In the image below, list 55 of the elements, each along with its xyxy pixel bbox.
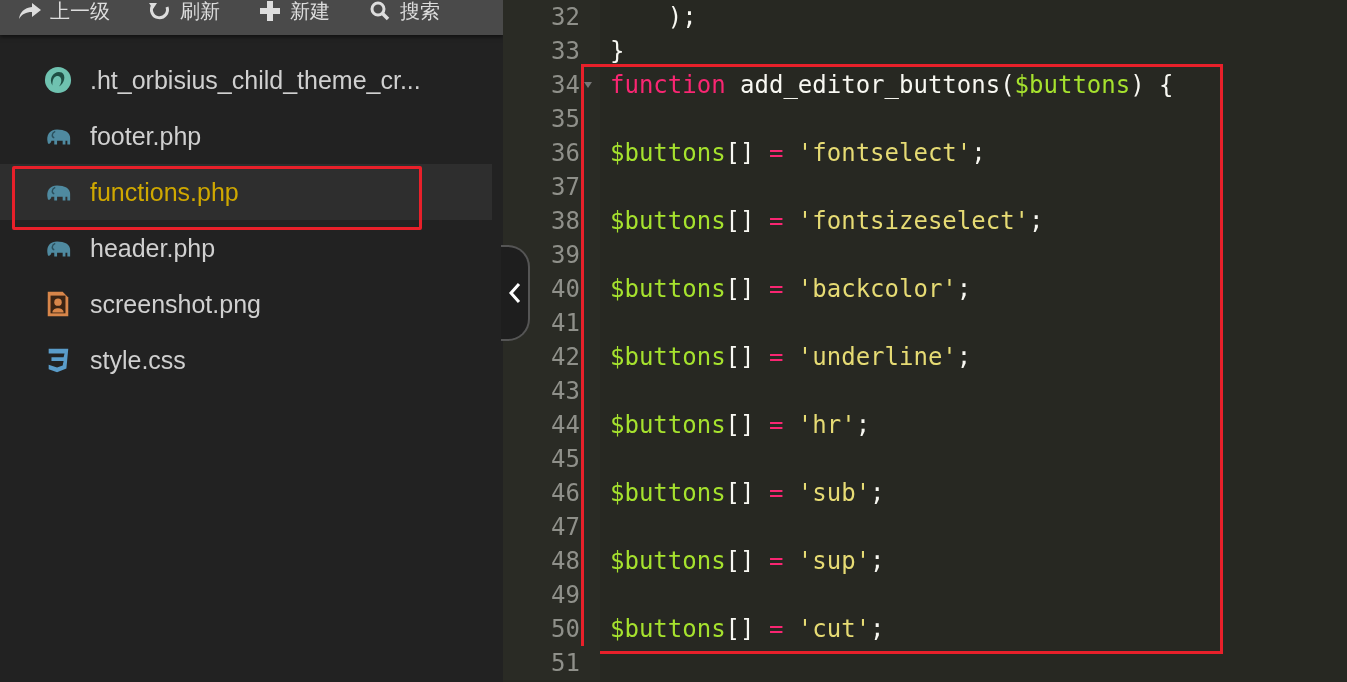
line-number: 49: [551, 581, 580, 609]
file-name: functions.php: [90, 177, 239, 207]
code-line: $buttons[] = 'sub';: [610, 479, 885, 507]
line-number: 46: [551, 479, 580, 507]
search-icon: [368, 1, 392, 21]
file-item[interactable]: footer.php: [0, 108, 492, 164]
code-line: $buttons[] = 'sup';: [610, 547, 885, 575]
share-arrow-icon: [18, 1, 42, 21]
file-item[interactable]: functions.php: [0, 164, 492, 220]
file-name: footer.php: [90, 121, 202, 151]
file-name: screenshot.png: [90, 289, 261, 319]
line-number: 33: [551, 37, 580, 65]
refresh-icon: [148, 1, 172, 21]
line-number: 32: [551, 3, 580, 31]
line-number: 48: [551, 547, 580, 575]
line-number: 43: [551, 377, 580, 405]
code-line: $buttons[] = 'underline';: [610, 343, 972, 371]
file-item[interactable]: .ht_orbisius_child_theme_cr...: [0, 52, 492, 108]
file-item[interactable]: style.css: [0, 332, 492, 388]
line-number: 45: [551, 445, 580, 473]
chevron-left-icon: [507, 281, 522, 305]
line-number: 51: [551, 649, 580, 677]
swirl-icon: [44, 66, 72, 94]
code-line: function add_editor_buttons($buttons) {: [610, 71, 1174, 99]
line-number: 34: [551, 71, 580, 99]
file-name: .ht_orbisius_child_theme_cr...: [90, 65, 421, 95]
code-line: }: [610, 37, 625, 65]
toolbar-button[interactable]: 搜索: [358, 0, 450, 24]
toolbar-button[interactable]: 上一级: [8, 0, 120, 24]
code-line: $buttons[] = 'backcolor';: [610, 275, 972, 303]
code-line: $buttons[] = 'fontselect';: [610, 139, 986, 167]
line-number: 41: [551, 309, 580, 337]
code-line: $buttons[] = 'hr';: [610, 411, 871, 439]
plus-icon: [258, 1, 282, 21]
code-line: $buttons[] = 'fontsizeselect';: [610, 207, 1044, 235]
line-number: 36: [551, 139, 580, 167]
file-item[interactable]: header.php: [0, 220, 492, 276]
toolbar-button[interactable]: 刷新: [138, 0, 230, 24]
line-number: 40: [551, 275, 580, 303]
line-number: 44: [551, 411, 580, 439]
file-name: header.php: [90, 233, 216, 263]
file-item[interactable]: screenshot.png: [0, 276, 492, 332]
line-number: 38: [551, 207, 580, 235]
line-number: 39: [551, 241, 580, 269]
toolbar-button[interactable]: 新建: [248, 0, 340, 24]
code-line: );: [666, 3, 697, 31]
line-number: 35: [551, 105, 580, 133]
code-line: $buttons[] = 'cut';: [610, 615, 885, 643]
line-number: 50: [551, 615, 580, 643]
line-number: 37: [551, 173, 580, 201]
line-number: 42: [551, 343, 580, 371]
collapse-button[interactable]: [501, 245, 530, 341]
file-name: style.css: [90, 345, 186, 375]
line-number: 47: [551, 513, 580, 541]
fold-caret-icon[interactable]: [583, 81, 593, 89]
